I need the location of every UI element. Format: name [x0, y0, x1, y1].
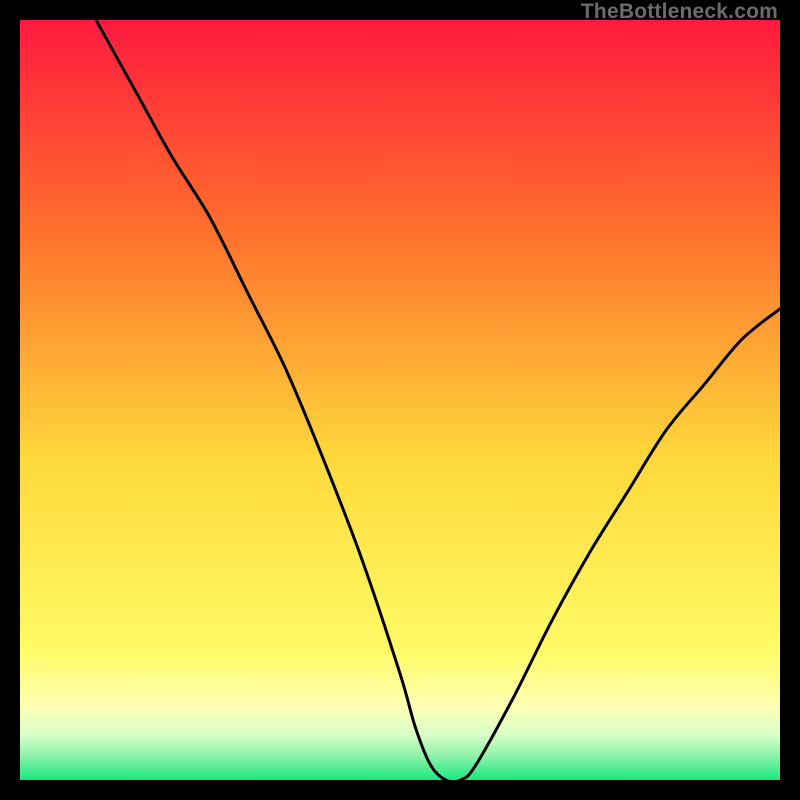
watermark-text: TheBottleneck.com	[581, 0, 778, 24]
plot-area	[20, 20, 780, 780]
bottleneck-curve	[20, 20, 780, 780]
chart-frame: TheBottleneck.com	[0, 0, 800, 800]
